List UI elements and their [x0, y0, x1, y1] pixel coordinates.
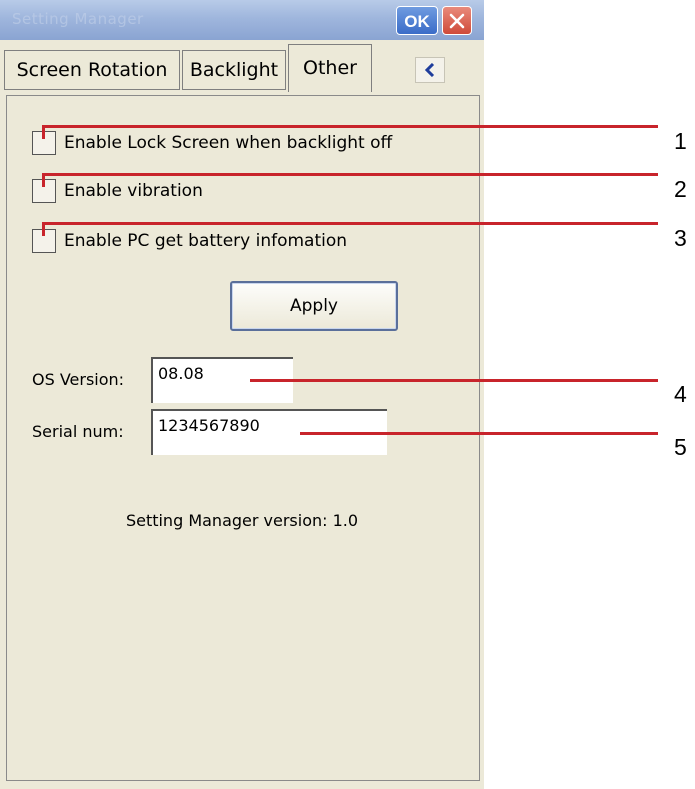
serial-num-label: Serial num:: [32, 422, 124, 441]
os-version-label: OS Version:: [32, 370, 125, 389]
callout-tick-3: [42, 222, 45, 236]
callout-number-2: 2: [674, 176, 687, 202]
device-screen: Setting Manager OK Screen Rotation Backl…: [0, 0, 484, 789]
tab-strip: Screen Rotation Backlight Other: [0, 40, 484, 92]
callout-line-5: [300, 432, 658, 435]
callout-line-1: [42, 125, 658, 128]
callout-line-3: [42, 222, 658, 225]
tab-backlight[interactable]: Backlight: [182, 50, 286, 90]
vibration-label: Enable vibration: [64, 181, 203, 201]
callout-tick-2: [42, 173, 45, 187]
tab-screen-rotation[interactable]: Screen Rotation: [4, 50, 180, 90]
tab-scroll-left-button[interactable]: [415, 57, 445, 83]
callout-number-5: 5: [674, 434, 687, 460]
callout-number-3: 3: [674, 225, 687, 251]
chevron-left-icon: [424, 63, 435, 77]
callout-number-4: 4: [674, 381, 687, 407]
close-icon: [449, 13, 465, 29]
title-bar: Setting Manager OK: [0, 0, 484, 40]
close-button[interactable]: [442, 6, 472, 35]
callout-tick-1: [42, 125, 45, 139]
callout-number-1: 1: [674, 128, 687, 154]
tab-other[interactable]: Other: [288, 44, 372, 92]
ok-button[interactable]: OK: [396, 6, 438, 35]
app-version-text: Setting Manager version: 1.0: [125, 511, 359, 530]
lock-screen-label: Enable Lock Screen when backlight off: [64, 133, 393, 153]
window-title: Setting Manager: [12, 10, 144, 28]
callout-line-2: [42, 173, 658, 176]
apply-button[interactable]: Apply: [230, 281, 398, 331]
callout-line-4: [250, 379, 658, 382]
tab-scroll-right-button[interactable]: [449, 57, 479, 83]
pc-battery-label: Enable PC get battery infomation: [64, 231, 348, 251]
